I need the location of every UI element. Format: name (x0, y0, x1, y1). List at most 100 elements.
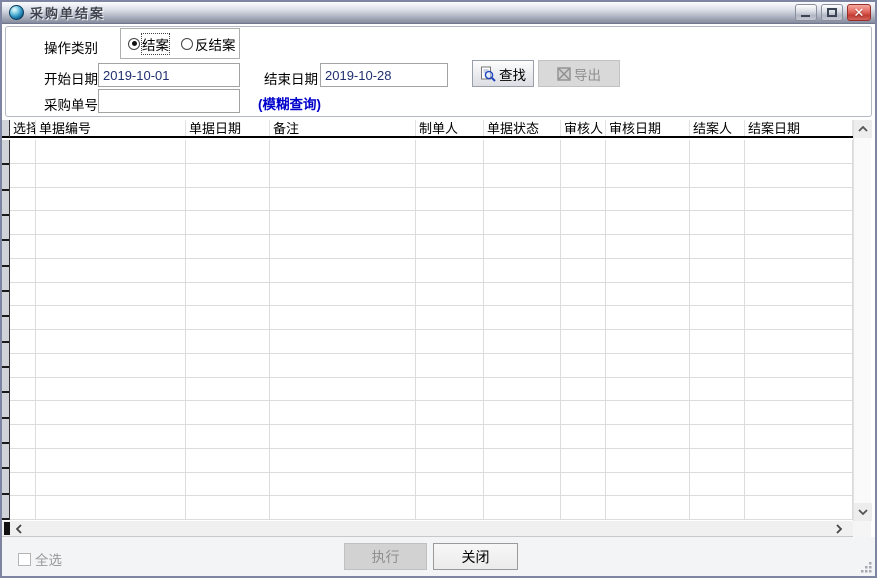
table-cell (186, 496, 270, 520)
row-header[interactable] (2, 317, 9, 342)
row-header[interactable] (2, 368, 9, 393)
close-window-button[interactable]: ✕ (847, 4, 871, 21)
column-header-9[interactable]: 结案日期 (745, 120, 853, 136)
table-cell (270, 473, 416, 497)
table-cell (745, 330, 853, 354)
chevron-up-icon (858, 126, 868, 132)
scroll-right-button[interactable] (830, 521, 848, 536)
table-row[interactable] (10, 378, 853, 402)
start-date-input[interactable] (98, 63, 240, 87)
table-cell (690, 473, 745, 497)
column-header-2[interactable]: 单据日期 (186, 120, 270, 136)
table-cell (186, 354, 270, 378)
table-cell (606, 449, 690, 473)
table-cell (36, 211, 186, 235)
operation-type-groupbox: 结案 反结案 (120, 28, 240, 59)
row-header[interactable] (2, 469, 9, 494)
table-cell (36, 235, 186, 259)
table-cell (10, 211, 36, 235)
column-header-0[interactable]: 选择 (10, 120, 36, 136)
maximize-button[interactable] (821, 4, 843, 21)
table-cell (690, 401, 745, 425)
resize-grip-icon[interactable] (857, 558, 873, 574)
row-header[interactable] (2, 495, 9, 520)
table-cell (270, 283, 416, 307)
table-row[interactable] (10, 283, 853, 307)
po-number-input[interactable] (98, 89, 240, 113)
table-cell (36, 449, 186, 473)
close-button[interactable]: 关闭 (433, 543, 518, 570)
table-cell (745, 473, 853, 497)
table-cell (10, 235, 36, 259)
chevron-right-icon (836, 524, 842, 534)
table-row[interactable] (10, 164, 853, 188)
table-cell (606, 401, 690, 425)
column-header-6[interactable]: 审核人 (561, 120, 606, 136)
table-cell (36, 283, 186, 307)
vertical-scrollbar[interactable] (853, 120, 871, 521)
table-cell (36, 306, 186, 330)
scroll-down-button[interactable] (854, 503, 872, 521)
row-header[interactable] (2, 393, 9, 418)
column-header-5[interactable]: 单据状态 (484, 120, 561, 136)
column-header-8[interactable]: 结案人 (690, 120, 745, 136)
window-title: 采购单结案 (30, 3, 105, 22)
search-button[interactable]: 查找 (472, 60, 534, 87)
radio-close-case-label: 结案 (142, 34, 169, 54)
row-header[interactable] (2, 419, 9, 444)
table-cell (10, 425, 36, 449)
export-grid-icon (557, 67, 571, 81)
row-header[interactable] (2, 191, 9, 216)
table-row[interactable] (10, 259, 853, 283)
table-row[interactable] (10, 140, 853, 164)
end-date-input[interactable] (320, 63, 448, 87)
table-cell (36, 188, 186, 212)
column-header-7[interactable]: 审核日期 (606, 120, 690, 136)
table-row[interactable] (10, 330, 853, 354)
table-row[interactable] (10, 211, 853, 235)
table-row[interactable] (10, 354, 853, 378)
table-cell (270, 188, 416, 212)
po-number-label: 采购单号 (36, 94, 98, 114)
table-row[interactable] (10, 235, 853, 259)
maximize-icon (827, 8, 837, 17)
scrollbar-corner (853, 521, 871, 537)
table-cell (690, 235, 745, 259)
table-cell (561, 473, 606, 497)
table-cell (270, 164, 416, 188)
column-header-4[interactable]: 制单人 (416, 120, 484, 136)
table-row[interactable] (10, 306, 853, 330)
table-row[interactable] (10, 496, 853, 520)
grid-gutter (2, 140, 10, 520)
scroll-up-button[interactable] (854, 120, 872, 138)
radio-reverse-close-case[interactable]: 反结案 (181, 34, 236, 54)
search-doc-icon (480, 66, 496, 82)
table-row[interactable] (10, 449, 853, 473)
table-row[interactable] (10, 401, 853, 425)
table-row[interactable] (10, 188, 853, 212)
scroll-left-button[interactable] (10, 521, 28, 536)
table-row[interactable] (10, 473, 853, 497)
select-all-checkbox[interactable] (18, 553, 31, 566)
row-header[interactable] (2, 267, 9, 292)
horizontal-scrollbar[interactable] (2, 521, 853, 537)
minimize-button[interactable] (795, 4, 817, 21)
table-cell (606, 473, 690, 497)
table-cell (690, 188, 745, 212)
column-header-1[interactable]: 单据编号 (36, 120, 186, 136)
table-cell (186, 449, 270, 473)
table-cell (690, 449, 745, 473)
table-cell (561, 425, 606, 449)
radio-close-case[interactable]: 结案 (128, 34, 169, 54)
fuzzy-query-link[interactable]: (模糊查询) (258, 93, 321, 113)
row-header[interactable] (2, 216, 9, 241)
column-header-3[interactable]: 备注 (270, 120, 416, 136)
row-header[interactable] (2, 241, 9, 266)
row-header[interactable] (2, 165, 9, 190)
row-header[interactable] (2, 343, 9, 368)
table-cell (745, 378, 853, 402)
row-header[interactable] (2, 140, 9, 165)
row-header[interactable] (2, 292, 9, 317)
table-row[interactable] (10, 425, 853, 449)
row-header[interactable] (2, 444, 9, 469)
